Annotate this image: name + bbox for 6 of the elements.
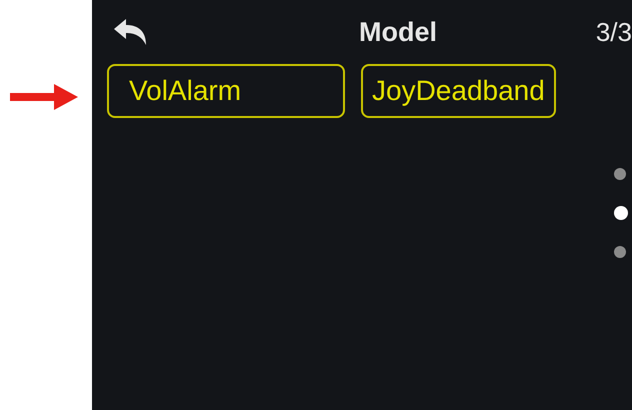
menu-button[interactable]: JoyDeadband [361,64,556,118]
back-icon[interactable] [112,19,148,45]
page-indicator: 3/3 [594,16,632,48]
pointer-arrow-icon [10,82,78,112]
menu-button[interactable]: VolAlarm [107,64,345,118]
screen-title: Model [358,16,438,49]
